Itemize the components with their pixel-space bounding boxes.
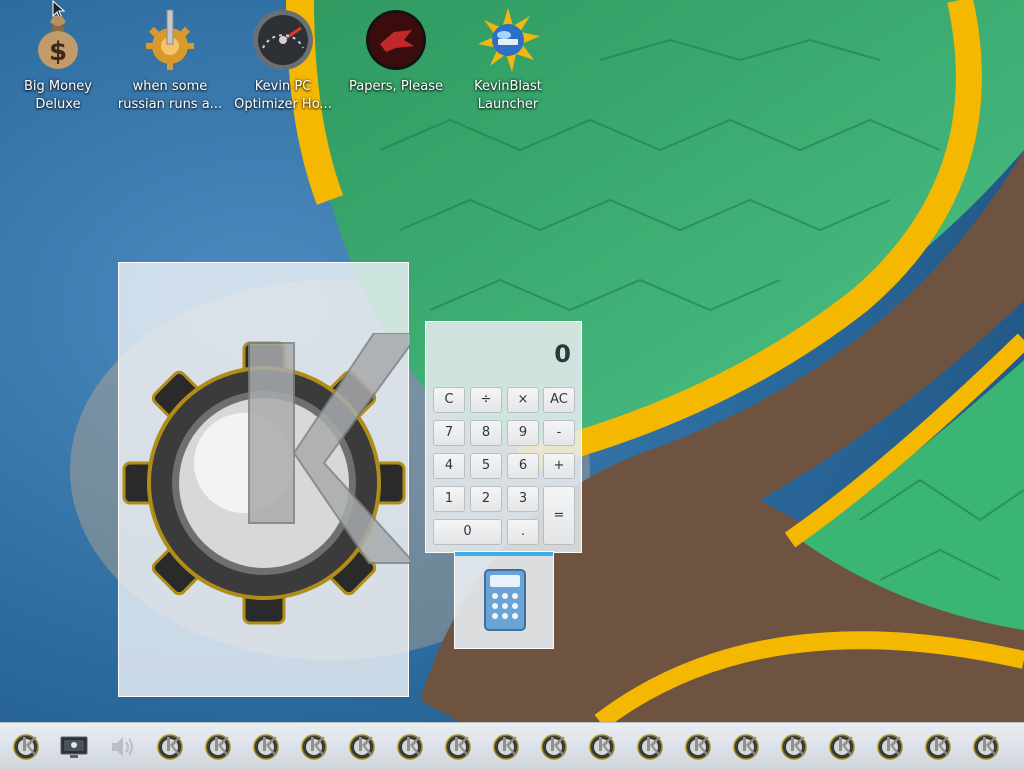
desktop-icon-label: when some russian runs a... [117,79,223,112]
desktop-icon-label: KevinBlast Launcher [474,79,542,112]
desktop-icon-kevin-pc-optimizer[interactable]: Kevin PC Optimizer Ho... [225,8,341,114]
kde-gear-icon[interactable] [730,731,762,763]
window-thumbnail-calculator[interactable] [454,551,554,649]
calc-button-all-clear[interactable]: AC [543,387,575,413]
calc-button-7[interactable]: 7 [433,420,465,446]
monitor-icon[interactable] [58,731,90,763]
kde-gear-icon[interactable] [874,731,906,763]
kde-gear-icon[interactable] [10,731,42,763]
svg-text:$: $ [49,37,67,67]
kde-gear-icon[interactable] [826,731,858,763]
kde-gear-icon[interactable] [778,731,810,763]
kde-gear-icon[interactable] [490,731,522,763]
gear-icon [146,9,194,70]
kde-gear-icon[interactable] [154,731,186,763]
desktop-icon-label: Kevin PC Optimizer Ho... [234,79,332,112]
calculator-app-icon [484,569,526,631]
calc-button-plus[interactable]: + [543,453,575,479]
calc-button-minus[interactable]: - [543,420,575,446]
kde-gear-icon[interactable] [970,731,1002,763]
kde-gear-icon[interactable] [922,731,954,763]
desktop-icon-label: Big Money Deluxe [23,79,92,112]
kde-gear-icon[interactable] [538,731,570,763]
taskbar [0,722,1024,769]
calc-button-multiply[interactable]: × [507,387,539,413]
globe-burst-icon [478,8,540,72]
kde-gear-icon[interactable] [634,731,666,763]
calculator-display: 0 [554,340,571,368]
calc-button-equals[interactable]: = [543,486,575,545]
desktop-icon-label: Papers, Please [348,79,444,94]
money-bag-icon: $ [38,16,78,69]
calc-button-6[interactable]: 6 [507,453,539,479]
kde-gear-icon[interactable] [586,731,618,763]
kde-gear-icon[interactable] [346,731,378,763]
desktop-icon-kevinblast-launcher[interactable]: KevinBlast Launcher [450,8,566,114]
kde-logo-icon [122,333,410,625]
kde-gear-icon[interactable] [202,731,234,763]
desktop-icon-russian-runs[interactable]: when some russian runs a... [112,8,228,114]
calc-button-2[interactable]: 2 [470,486,502,512]
window-thumbnail-kde[interactable] [118,262,410,697]
calc-button-divide[interactable]: ÷ [470,387,502,413]
calc-button-8[interactable]: 8 [470,420,502,446]
active-indicator [455,552,553,556]
kde-gear-icon[interactable] [250,731,282,763]
kde-gear-icon[interactable] [442,731,474,763]
kde-gear-icon[interactable] [682,731,714,763]
desktop-icon-papers-please[interactable]: Papers, Please [338,8,454,96]
calc-button-1[interactable]: 1 [433,486,465,512]
calc-button-0[interactable]: 0 [433,519,502,545]
desktop-icon-big-money-deluxe[interactable]: $ Big Money Deluxe [0,8,116,114]
kde-gear-icon[interactable] [298,731,330,763]
red-emblem-icon [366,10,426,70]
calc-button-5[interactable]: 5 [470,453,502,479]
kde-gear-icon[interactable] [394,731,426,763]
speedometer-icon [253,10,313,70]
volume-icon[interactable] [106,731,138,763]
calc-button-9[interactable]: 9 [507,420,539,446]
calc-button-4[interactable]: 4 [433,453,465,479]
calc-button-decimal[interactable]: . [507,519,539,545]
calc-button-clear[interactable]: C [433,387,465,413]
calc-button-3[interactable]: 3 [507,486,539,512]
calculator-window[interactable]: 0 C ÷ × AC 7 8 9 - 4 5 6 + 1 2 3 = 0 . [425,321,582,553]
